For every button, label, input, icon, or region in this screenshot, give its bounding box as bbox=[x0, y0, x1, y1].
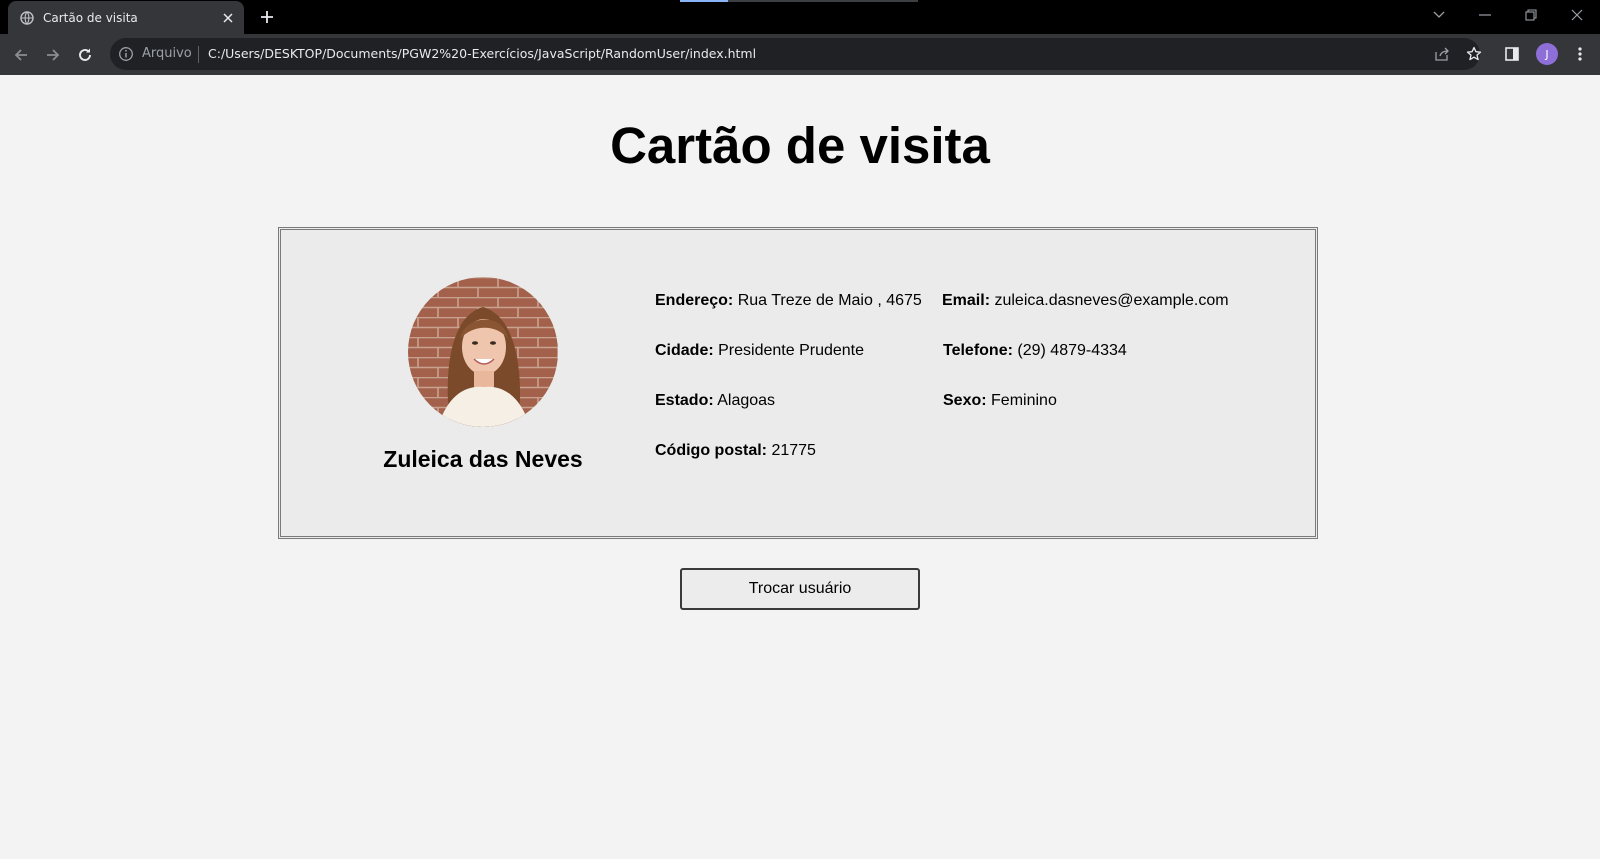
field-postal-code: Código postal: 21775 bbox=[655, 442, 816, 460]
tab-strip-accent bbox=[680, 0, 728, 2]
field-value: 21775 bbox=[771, 442, 816, 459]
address-separator bbox=[198, 46, 199, 63]
field-label: Telefone: bbox=[943, 342, 1013, 359]
close-icon[interactable] bbox=[220, 10, 236, 26]
browser-tab[interactable]: Cartão de visita bbox=[8, 1, 244, 34]
back-arrow-icon[interactable] bbox=[10, 44, 32, 66]
field-phone: Telefone: (29) 4879-4334 bbox=[943, 342, 1127, 360]
restore-icon[interactable] bbox=[1516, 4, 1546, 26]
new-tab-icon[interactable] bbox=[258, 8, 276, 26]
field-state: Estado: Alagoas bbox=[655, 392, 775, 410]
info-icon[interactable] bbox=[118, 46, 134, 62]
tab-search-icon[interactable] bbox=[1424, 4, 1454, 26]
share-icon[interactable] bbox=[1434, 46, 1450, 62]
field-label: Email: bbox=[942, 292, 991, 309]
browser-titlebar: Cartão de visita bbox=[0, 0, 1600, 34]
field-value: Alagoas bbox=[717, 392, 776, 409]
field-value: Presidente Prudente bbox=[718, 342, 864, 359]
field-value: zuleica.dasneves@example.com bbox=[994, 292, 1229, 309]
globe-icon bbox=[20, 10, 34, 25]
field-email: Email: zuleica.dasneves@example.com bbox=[942, 292, 1229, 310]
field-gender: Sexo: Feminino bbox=[943, 392, 1057, 410]
tab-title: Cartão de visita bbox=[43, 10, 138, 25]
business-card: Zuleica das Neves Endereço: Rua Treze de… bbox=[278, 227, 1318, 539]
page-info-label: Arquivo bbox=[142, 46, 192, 61]
side-panel-icon[interactable] bbox=[1502, 44, 1522, 64]
field-value: Rua Treze de Maio , 4675 bbox=[737, 292, 922, 309]
field-label: Sexo: bbox=[943, 392, 987, 409]
forward-arrow-icon[interactable] bbox=[42, 44, 64, 66]
field-label: Cidade: bbox=[655, 342, 714, 359]
field-label: Endereço: bbox=[655, 292, 734, 309]
url-text: C:/Users/DESKTOP/Documents/PGW2%20-Exerc… bbox=[208, 46, 757, 61]
field-value: (29) 4879-4334 bbox=[1017, 342, 1127, 359]
field-label: Código postal: bbox=[655, 442, 767, 459]
field-value: Feminino bbox=[991, 392, 1057, 409]
profile-photo bbox=[408, 277, 558, 427]
window-close-icon[interactable] bbox=[1562, 4, 1592, 26]
address-bar[interactable]: Arquivo C:/Users/DESKTOP/Documents/PGW2%… bbox=[110, 38, 1482, 70]
page-title: Cartão de visita bbox=[610, 117, 990, 174]
field-label: Estado: bbox=[655, 392, 714, 409]
person-name: Zuleica das Neves bbox=[383, 446, 583, 472]
field-address: Endereço: Rua Treze de Maio , 4675 bbox=[655, 292, 922, 310]
minimize-icon[interactable] bbox=[1470, 4, 1500, 26]
profile-avatar[interactable]: J bbox=[1536, 43, 1558, 65]
menu-kebab-icon[interactable] bbox=[1570, 44, 1590, 64]
switch-user-button[interactable]: Trocar usuário bbox=[680, 568, 920, 610]
reload-icon[interactable] bbox=[74, 44, 96, 66]
field-city: Cidade: Presidente Prudente bbox=[655, 342, 864, 360]
tab-strip-accent-track bbox=[728, 0, 918, 2]
bookmark-star-icon[interactable] bbox=[1466, 46, 1482, 62]
browser-toolbar: Arquivo C:/Users/DESKTOP/Documents/PGW2%… bbox=[0, 34, 1600, 75]
